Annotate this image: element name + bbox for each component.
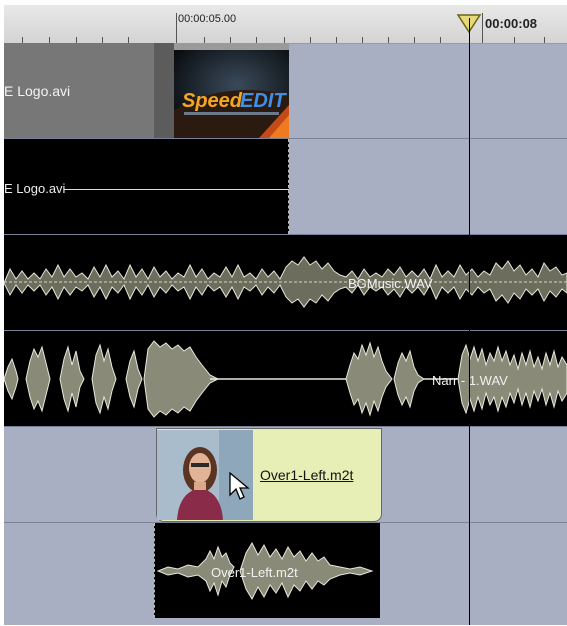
clip-name: BGMusic.WAV: [348, 276, 433, 291]
time-ruler[interactable]: 00:00:05.00 00:00:08: [4, 5, 567, 44]
ruler-tick: [544, 37, 545, 43]
clip-name: Over1-Left.m2t: [260, 467, 354, 483]
audio-clip-overlay[interactable]: Over1-Left.m2t: [154, 523, 380, 618]
clip-name: E Logo.avi: [4, 83, 71, 99]
video-thumbnail-logo: Speed EDIT: [174, 50, 289, 138]
playhead-line[interactable]: [469, 18, 470, 625]
ruler-tick: [336, 37, 337, 43]
clip-name: E Logo.avi: [4, 181, 66, 196]
ruler-timecode-current: 00:00:08: [485, 16, 538, 31]
audio-clip-narration[interactable]: Narr - 1.WAV: [4, 331, 567, 426]
clip-edge: [288, 139, 290, 234]
video-clip-logo[interactable]: E Logo.avi: [4, 43, 154, 138]
timeline-tracks-area[interactable]: 00:00:05.00 00:00:08 E Logo.avi Speed ED…: [4, 5, 567, 625]
ruler-tick: [514, 37, 515, 43]
timeline-panel[interactable]: 00:00:05.00 00:00:08 E Logo.avi Speed ED…: [0, 0, 567, 626]
ruler-timecode: 00:00:05.00: [178, 13, 237, 25]
mouse-cursor-icon: [229, 471, 250, 500]
ruler-major-tick: [176, 13, 177, 43]
ruler-tick: [388, 37, 389, 43]
audio-flat-line: [64, 189, 289, 190]
clip-transition-handle[interactable]: [154, 43, 174, 138]
track-divider: [4, 426, 567, 427]
ruler-tick: [414, 37, 415, 43]
ruler-tick: [310, 37, 311, 43]
ruler-major-tick: [482, 13, 483, 43]
bgmusic-waveform: [4, 256, 567, 308]
speededit-logo-image: Speed EDIT: [174, 50, 289, 138]
audio-clip-logo[interactable]: E Logo.avi: [4, 139, 289, 234]
ruler-tick: [440, 37, 441, 43]
clip-header: [174, 43, 289, 50]
logo-text-edit: EDIT: [240, 90, 287, 112]
clip-name: Over1-Left.m2t: [211, 565, 298, 580]
ruler-tick: [362, 37, 363, 43]
audio-clip-bgmusic[interactable]: BGMusic.WAV: [4, 235, 567, 330]
logo-text-speed: Speed: [182, 90, 243, 112]
